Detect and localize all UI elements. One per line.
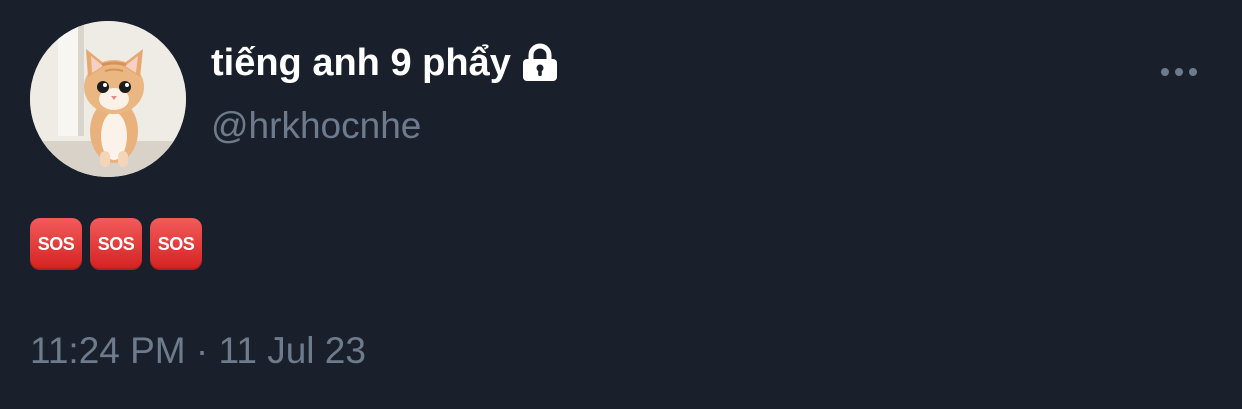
author-handle[interactable]: @hrkhocnhe [211,105,421,147]
sos-emoji-icon: SOS [90,218,142,270]
sos-emoji-icon: SOS [30,218,82,270]
sos-emoji-icon: SOS [150,218,202,270]
display-name[interactable]: tiếng anh 9 phẩy [211,42,511,85]
author-name-row[interactable]: tiếng anh 9 phẩy [211,38,559,88]
tweet-text: SOS SOS SOS [30,218,202,270]
lock-icon [521,43,559,83]
avatar[interactable] [30,21,186,177]
cat-avatar-image [30,21,186,177]
more-options-button[interactable] [1152,55,1206,89]
tweet-card: tiếng anh 9 phẩy @hrkhocnhe SOS SOS SOS … [0,0,1242,409]
tweet-timestamp[interactable]: 11:24 PM · 11 Jul 23 [30,330,366,372]
more-dots-icon [1161,68,1197,76]
